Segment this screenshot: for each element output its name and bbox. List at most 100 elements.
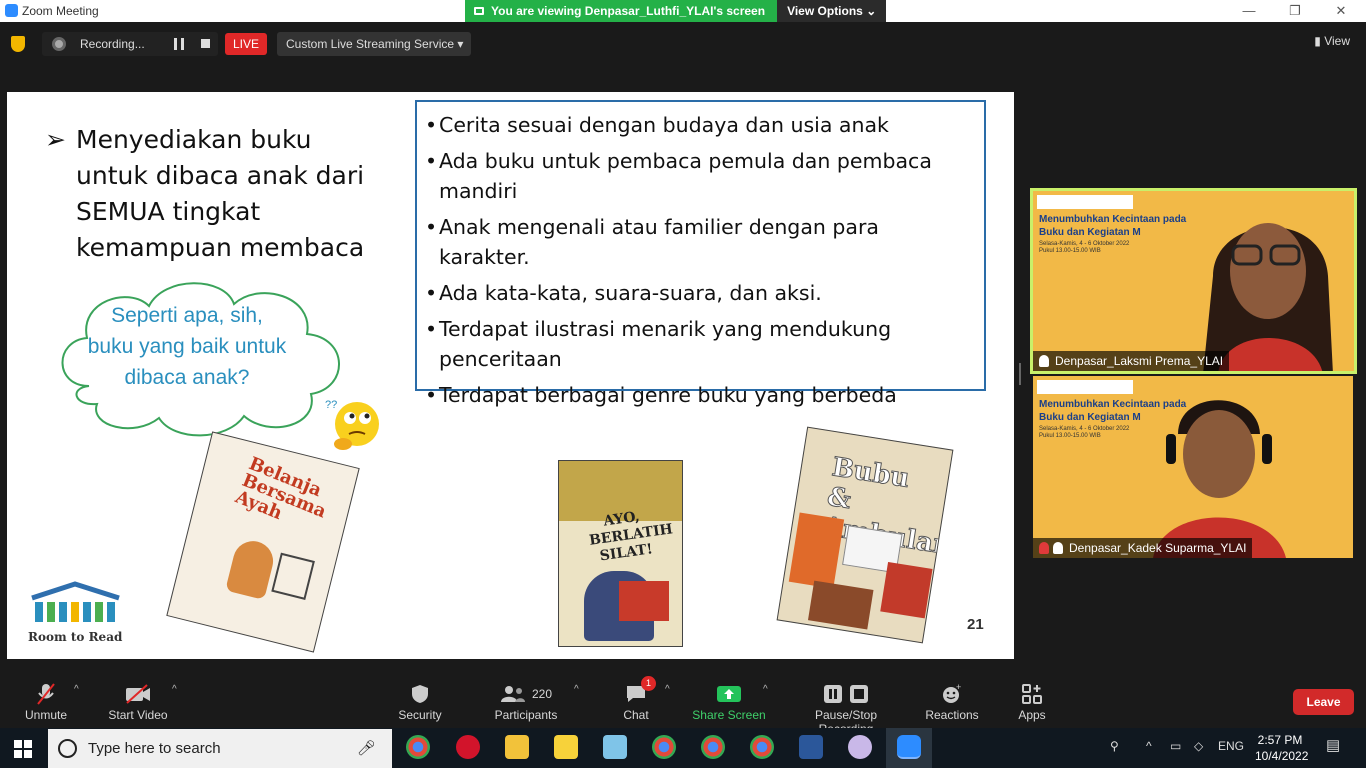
chat-unread-badge: 1 [641,676,656,691]
chrome-profile-icon[interactable] [701,735,725,759]
participant-nameplate: Denpasar_Laksmi Prema_YLAI [1033,351,1230,371]
book2-title: AYO, BERLATIH SILAT! [588,508,674,565]
recording-indicator: Recording... [42,32,218,56]
shield-icon [412,685,428,703]
criteria-item: Cerita sesuai dengan budaya dan usia ana… [425,110,976,140]
chrome-profile-icon[interactable] [652,735,676,759]
mic-muted-icon [37,683,55,705]
unmute-button[interactable]: Unmute [22,680,70,722]
microphone-icon[interactable]: 🎤︎ [357,739,376,757]
video-tile-participant[interactable]: Menumbuhkan Kecintaan pada Buku dan Kegi… [1033,376,1353,558]
share-options-caret[interactable]: ^ [763,684,768,695]
zoom-icon [897,735,921,759]
shared-screen-slide: ➢ Menyediakan buku untuk dibaca anak dar… [7,92,1014,659]
apps-label: Apps [1018,708,1046,722]
file-explorer-icon[interactable] [505,735,529,759]
participant-icon [1053,542,1063,554]
viewing-message-text: You are viewing Denpasar_Luthfi_YLAI's s… [491,4,766,18]
share-screen-button[interactable]: Share Screen [692,680,766,722]
arrow-bullet-icon: ➢ [45,125,66,154]
participant-video-feed [1203,223,1333,371]
event-banner-title: Menumbuhkan Kecintaan pada Buku dan Kegi… [1039,214,1187,238]
stop-recording-icon[interactable] [201,39,210,48]
leave-button[interactable]: Leave [1293,689,1354,715]
stop-icon [850,685,868,703]
cloud-question: Seperti apa, sih, buku yang baik untuk d… [87,304,287,389]
participants-icon [500,686,525,702]
view-layout-icon: ▮ [1314,34,1325,48]
view-options-button[interactable]: View Options ⌄ [777,0,887,22]
slide-page-number: 21 [967,616,984,633]
stream-service-dropdown[interactable]: Custom Live Streaming Service ▾ [277,32,471,56]
event-banner-date: Selasa-Kamis, 4 - 6 Oktober 2022 Pukul 1… [1039,241,1130,254]
thinking-face-icon: ?? [325,399,379,450]
criteria-item: Terdapat ilustrasi menarik yang mendukun… [425,314,976,374]
share-screen-icon [717,686,741,702]
book-cover-silat: AYO, BERLATIH SILAT! [558,460,683,647]
notifications-icon[interactable]: ▤ [1326,736,1340,754]
taskbar-clock[interactable]: 2:57 PM 10/4/2022 [1255,732,1308,764]
pause-icon [824,685,842,703]
start-video-button[interactable]: Start Video [106,680,170,722]
apps-icon [1022,684,1042,704]
organizer-logos [1037,380,1133,394]
windows-start-icon[interactable] [14,740,32,758]
slide-heading: Menyediakan buku untuk dibaca anak dari … [76,125,365,262]
search-placeholder: Type here to search [88,740,221,757]
opera-icon[interactable] [456,735,480,759]
people-icon[interactable]: ⚲ [1110,739,1119,753]
language-indicator[interactable]: ENG [1218,739,1244,753]
chrome-profile-icon[interactable] [750,735,774,759]
sticky-notes-icon[interactable] [554,735,578,759]
slide-heading-block: ➢ Menyediakan buku untuk dibaca anak dar… [45,122,391,266]
book-cover-bubu: Bubu & Ambulans [776,426,954,644]
criteria-item: Ada buku untuk pembaca pemula dan pembac… [425,146,976,206]
reactions-button[interactable]: + Reactions [924,680,980,722]
share-status-icon [474,7,484,15]
muted-mic-icon [1039,542,1049,554]
participants-label: Participants [494,708,558,722]
criteria-box: Cerita sesuai dengan budaya dan usia ana… [415,100,986,410]
word-icon[interactable] [799,735,823,759]
cart-illustration [271,552,315,600]
book-cover-belanja: Belanja Bersama Ayah [166,431,360,653]
video-tile-speaker[interactable]: Menumbuhkan Kecintaan pada Buku dan Kegi… [1030,188,1357,374]
view-button[interactable]: ▮ View [1314,34,1350,48]
security-button[interactable]: Security [396,680,444,722]
meeting-controls [0,672,1366,728]
svg-text:+: + [956,683,961,692]
zoom-taskbar-button[interactable] [886,728,932,768]
bus-illustration [807,580,874,630]
zoom-app-icon [5,4,18,17]
criteria-item: Anak mengenali atau familier dengan para… [425,212,976,272]
paint-icon[interactable] [848,735,872,759]
battery-icon[interactable]: ▭ [1170,739,1181,753]
close-button[interactable]: ✕ [1318,0,1364,22]
chat-options-caret[interactable]: ^ [665,684,670,695]
participants-button[interactable]: 220 Participants [492,680,560,722]
view-label: View [1324,34,1350,48]
participant-video-feed [1153,400,1286,558]
clock-time: 2:57 PM [1257,733,1303,747]
app-icon[interactable] [603,735,627,759]
tray-chevron-icon[interactable]: ^ [1146,739,1152,753]
viewing-message: You are viewing Denpasar_Luthfi_YLAI's s… [465,0,778,22]
chrome-icon[interactable] [406,735,430,759]
book2-scarf-illustration [619,581,669,621]
taskbar-search-box[interactable]: Type here to search 🎤︎ [48,729,392,768]
minimize-button[interactable]: — [1226,0,1272,22]
truck-illustration [788,512,845,589]
security-label: Security [398,708,442,722]
security-shield-icon[interactable] [11,36,25,52]
start-video-label: Start Video [108,708,168,722]
pause-recording-icon[interactable] [174,38,184,50]
apps-button[interactable]: Apps [1012,680,1052,722]
panel-resize-handle[interactable] [1019,363,1021,385]
restore-button[interactable]: ❐ [1272,0,1318,22]
participants-options-caret[interactable]: ^ [574,684,579,695]
audio-options-caret[interactable]: ^ [74,684,79,695]
video-options-caret[interactable]: ^ [172,684,177,695]
network-icon[interactable]: ◇ [1194,739,1203,753]
recording-label: Recording... [80,37,145,51]
search-icon [58,739,77,758]
